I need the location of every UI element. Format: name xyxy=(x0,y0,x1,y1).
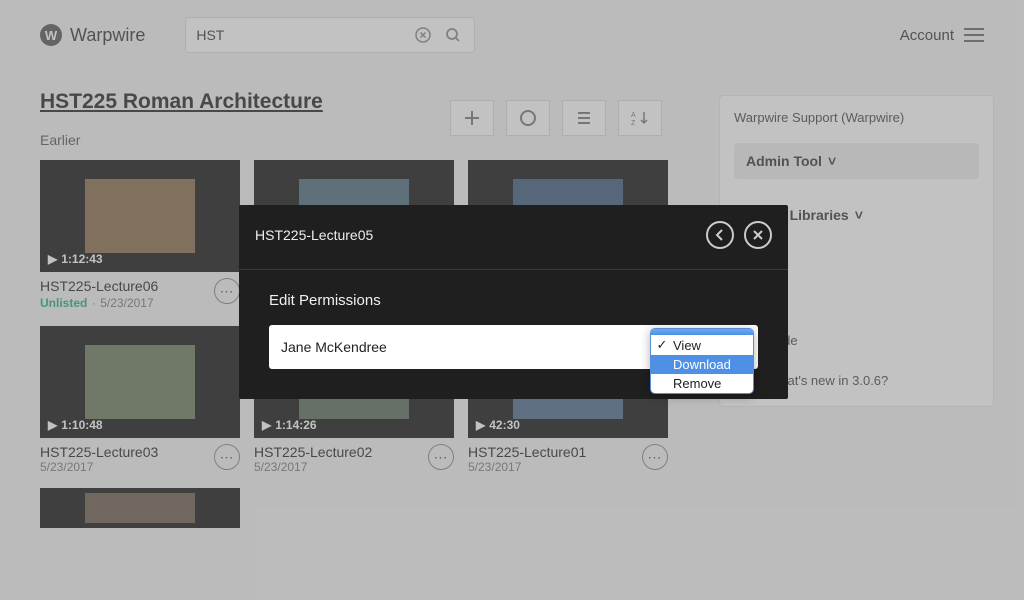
duration-badge: ▶ 1:12:43 xyxy=(48,252,103,266)
chevron-down-icon: ˅ xyxy=(828,153,836,169)
permission-dropdown[interactable]: ✓ View Download Remove xyxy=(650,328,754,394)
video-thumbnail[interactable]: ▶ 1:10:48 xyxy=(40,326,240,438)
close-button[interactable] xyxy=(744,221,772,249)
video-date: 5/23/2017 xyxy=(468,460,642,474)
video-card[interactable] xyxy=(40,488,240,528)
page-title[interactable]: HST225 Roman Architecture xyxy=(40,90,680,114)
clear-search-icon[interactable] xyxy=(412,24,434,46)
search-icon[interactable] xyxy=(442,24,464,46)
video-card[interactable]: ▶ 1:12:43 HST225-Lecture06 Unlisted · 5/… xyxy=(40,160,240,312)
more-options-button[interactable]: ⋯ xyxy=(642,444,668,470)
brand-name: Warpwire xyxy=(70,25,145,46)
duration-badge: ▶ 42:30 xyxy=(476,418,520,432)
search-field[interactable] xyxy=(185,17,475,53)
video-title: HST225-Lecture03 xyxy=(40,444,214,460)
logo[interactable]: W Warpwire xyxy=(40,24,145,46)
modal-title: HST225-Lecture05 xyxy=(255,227,696,243)
search-input[interactable] xyxy=(196,27,412,43)
hamburger-icon[interactable] xyxy=(964,28,984,42)
account-menu[interactable]: Account xyxy=(900,27,984,44)
admin-tool-toggle[interactable]: Admin Tool˅ xyxy=(734,143,979,179)
duration-badge: ▶ 1:10:48 xyxy=(48,418,103,432)
back-button[interactable] xyxy=(706,221,734,249)
check-icon: ✓ xyxy=(655,337,669,353)
section-label: Earlier xyxy=(40,132,680,148)
dropdown-option-download[interactable]: Download xyxy=(651,355,753,374)
video-date: 5/23/2017 xyxy=(254,460,428,474)
top-bar: W Warpwire Account xyxy=(0,0,1024,70)
video-card[interactable]: ▶ 1:10:48 HST225-Lecture03 5/23/2017 ⋯ xyxy=(40,326,240,474)
account-label: Account xyxy=(900,27,954,44)
support-link[interactable]: Warpwire Support (Warpwire) xyxy=(734,110,979,125)
dropdown-option-view[interactable]: ✓ View xyxy=(651,335,753,355)
unlisted-badge: Unlisted xyxy=(40,296,87,310)
video-title: HST225-Lecture02 xyxy=(254,444,428,460)
video-date: 5/23/2017 xyxy=(100,296,153,310)
video-thumbnail[interactable]: ▶ 1:12:43 xyxy=(40,160,240,272)
more-options-button[interactable]: ⋯ xyxy=(428,444,454,470)
video-thumbnail[interactable] xyxy=(40,488,240,528)
video-title: HST225-Lecture01 xyxy=(468,444,642,460)
video-title: HST225-Lecture06 xyxy=(40,278,214,294)
more-options-button[interactable]: ⋯ xyxy=(214,278,240,304)
more-options-button[interactable]: ⋯ xyxy=(214,444,240,470)
logo-badge-icon: W xyxy=(40,24,62,46)
video-date: 5/23/2017 xyxy=(40,460,214,474)
modal-subtitle: Edit Permissions xyxy=(269,292,772,309)
chevron-down-icon: ˅ xyxy=(855,207,863,223)
dropdown-option-remove[interactable]: Remove xyxy=(651,374,753,393)
duration-badge: ▶ 1:14:26 xyxy=(262,418,317,432)
